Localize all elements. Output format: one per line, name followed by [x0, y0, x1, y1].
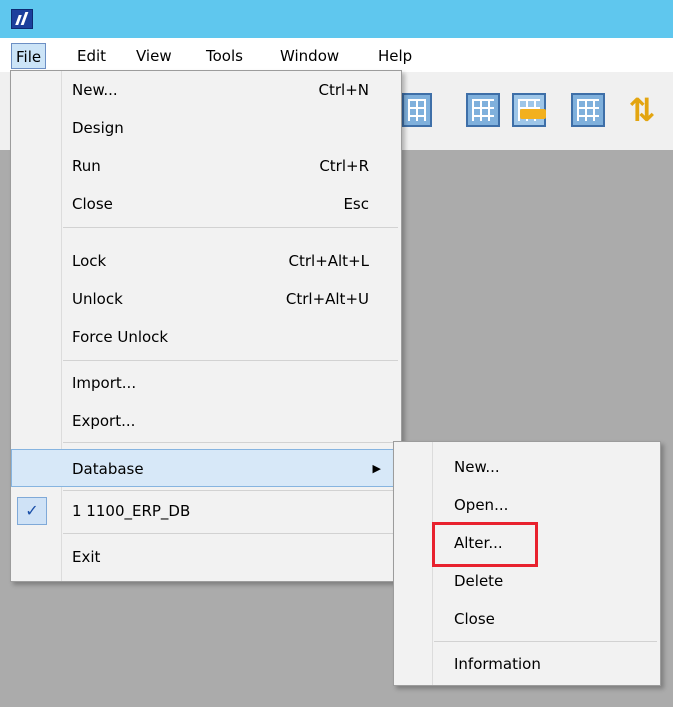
menu-tools[interactable]: Tools — [206, 43, 243, 69]
menu-item-label: Force Unlock — [72, 328, 169, 346]
submenu-item-label: Delete — [454, 572, 504, 590]
menu-item-design[interactable]: Design — [11, 109, 401, 147]
menu-item-label: Close — [72, 195, 113, 213]
table-icon[interactable] — [571, 93, 605, 127]
menu-item-shortcut: Ctrl+Alt+L — [288, 252, 370, 270]
menu-item-unlock[interactable]: Unlock Ctrl+Alt+U — [11, 280, 401, 318]
submenu-item-delete[interactable]: Delete — [394, 562, 660, 600]
menu-item-label: Run — [72, 157, 101, 175]
submenu-item-label: New... — [454, 458, 500, 476]
menu-item-database[interactable]: Database ▶ — [11, 449, 401, 487]
menu-item-label: Exit — [72, 548, 101, 566]
menu-window[interactable]: Window — [280, 43, 339, 69]
app-icon — [11, 9, 33, 29]
submenu-item-new[interactable]: New... — [394, 448, 660, 486]
checkmark-icon: ✓ — [17, 497, 47, 525]
title-bar — [0, 0, 673, 38]
menu-file[interactable]: File — [11, 43, 47, 69]
menu-item-lock[interactable]: Lock Ctrl+Alt+L — [11, 242, 401, 280]
menu-separator — [63, 490, 398, 491]
submenu-item-open[interactable]: Open... — [394, 486, 660, 524]
menu-item-export[interactable]: Export... — [11, 402, 401, 440]
menu-separator — [63, 533, 398, 534]
menu-item-new[interactable]: New... Ctrl+N — [11, 71, 401, 109]
menu-item-recent-db[interactable]: ✓ 1 1100_ERP_DB — [11, 492, 401, 530]
highlight-box — [432, 522, 538, 567]
refresh-icon[interactable]: ⇅ — [622, 93, 662, 127]
menu-separator — [63, 442, 398, 443]
submenu-item-label: Close — [454, 610, 495, 628]
menu-item-label: Design — [72, 119, 124, 137]
file-menu-dropdown: New... Ctrl+N Design Run Ctrl+R Close Es… — [10, 70, 402, 582]
table-icon[interactable] — [402, 93, 432, 127]
menu-item-shortcut: Esc — [343, 195, 369, 213]
menu-separator — [434, 641, 657, 642]
menu-item-label: Import... — [72, 374, 137, 392]
menu-item-import[interactable]: Import... — [11, 364, 401, 402]
menu-item-force-unlock[interactable]: Force Unlock — [11, 318, 401, 356]
submenu-item-information[interactable]: Information — [394, 645, 660, 683]
menu-item-label: 1 1100_ERP_DB — [72, 502, 191, 520]
menu-help[interactable]: Help — [378, 43, 412, 69]
submenu-item-close[interactable]: Close — [394, 600, 660, 638]
menu-item-close[interactable]: Close Esc — [11, 185, 401, 223]
menu-item-label: New... — [72, 81, 118, 99]
submenu-arrow-icon: ▶ — [372, 462, 381, 475]
table-import-icon[interactable] — [512, 93, 546, 127]
menu-item-run[interactable]: Run Ctrl+R — [11, 147, 401, 185]
menu-item-shortcut: Ctrl+Alt+U — [285, 290, 369, 308]
menu-item-shortcut: Ctrl+R — [319, 157, 369, 175]
table-icon[interactable] — [466, 93, 500, 127]
submenu-item-label: Information — [454, 655, 541, 673]
submenu-item-label: Open... — [454, 496, 509, 514]
menu-edit[interactable]: Edit — [77, 43, 106, 69]
menu-view[interactable]: View — [136, 43, 172, 69]
menu-item-shortcut: Ctrl+N — [318, 81, 369, 99]
menu-item-label: Lock — [72, 252, 107, 270]
menu-item-exit[interactable]: Exit — [11, 538, 401, 576]
menu-item-label: Export... — [72, 412, 136, 430]
menu-item-label: Unlock — [72, 290, 123, 308]
menu-separator — [63, 227, 398, 228]
menu-separator — [63, 360, 398, 361]
menu-bar: File Edit View Tools Window Help — [0, 38, 673, 72]
menu-item-label: Database — [72, 460, 144, 478]
